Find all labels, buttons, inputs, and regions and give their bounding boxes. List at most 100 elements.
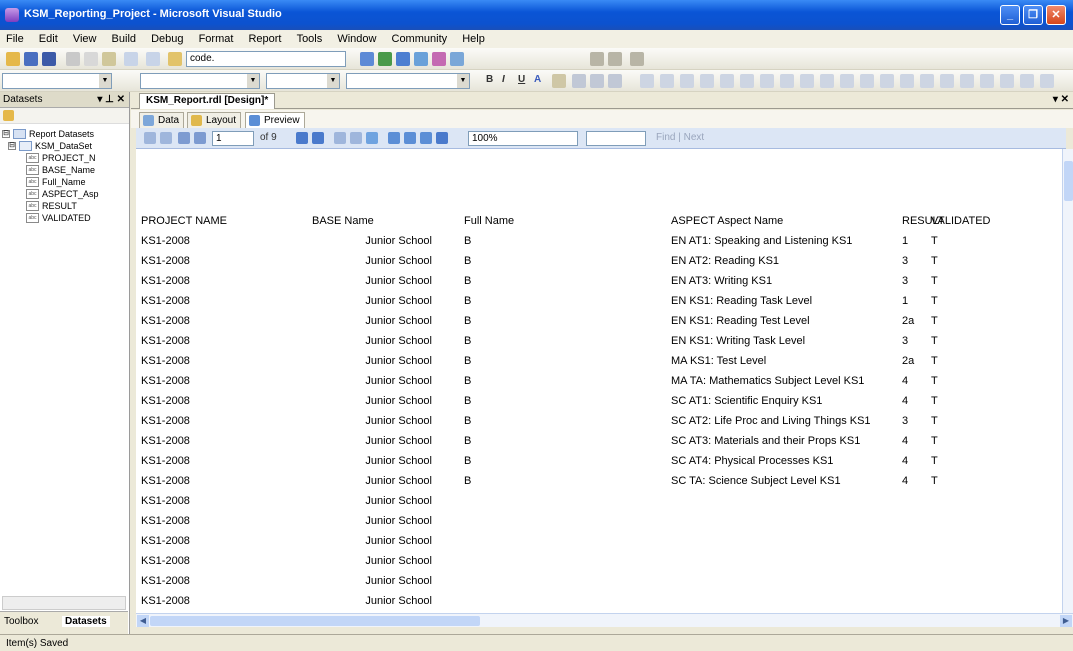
- layout-tool-15-icon[interactable]: [920, 74, 934, 88]
- document-map-icon[interactable]: [144, 132, 156, 144]
- maximize-button[interactable]: ❐: [1023, 5, 1043, 25]
- bold-button[interactable]: B: [486, 74, 493, 85]
- parameters-icon[interactable]: [160, 132, 172, 144]
- scroll-left-icon[interactable]: ◀: [137, 615, 149, 627]
- layout-tool-16-icon[interactable]: [940, 74, 954, 88]
- layout-tool-20-icon[interactable]: [1020, 74, 1034, 88]
- style-combo[interactable]: ▼: [2, 73, 112, 89]
- underline-button[interactable]: U: [518, 74, 525, 85]
- tree-field-project-name[interactable]: abc PROJECT_N: [0, 152, 128, 164]
- zoom-select[interactable]: 100%: [468, 131, 578, 146]
- tree-field-aspect[interactable]: abc ASPECT_Asp: [0, 188, 128, 200]
- format-icon[interactable]: [630, 52, 644, 66]
- layout-tool-1-icon[interactable]: [640, 74, 654, 88]
- menu-debug[interactable]: Debug: [145, 30, 189, 45]
- start-page-icon[interactable]: [432, 52, 446, 66]
- size-combo[interactable]: ▼: [266, 73, 340, 89]
- tree-field-full-name[interactable]: abc Full_Name: [0, 176, 128, 188]
- refresh-icon[interactable]: [366, 132, 378, 144]
- italic-button[interactable]: I: [502, 74, 505, 85]
- print-icon[interactable]: [388, 132, 400, 144]
- horizontal-scroll-thumb[interactable]: [150, 616, 480, 626]
- find-icon[interactable]: [168, 52, 182, 66]
- layout-tool-10-icon[interactable]: [820, 74, 834, 88]
- tab-layout[interactable]: Layout: [187, 112, 242, 128]
- first-page-icon[interactable]: [178, 132, 190, 144]
- layout-tool-8-icon[interactable]: [780, 74, 794, 88]
- tab-ksm-report-design[interactable]: KSM_Report.rdl [Design]*: [139, 93, 276, 109]
- find-input[interactable]: [586, 131, 646, 146]
- layout-tool-18-icon[interactable]: [980, 74, 994, 88]
- tree-node-report-datasets[interactable]: ⊟ Report Datasets: [0, 128, 128, 140]
- menu-community[interactable]: Community: [386, 30, 454, 45]
- last-page-icon[interactable]: [312, 132, 324, 144]
- layout-tool-3-icon[interactable]: [680, 74, 694, 88]
- export-icon[interactable]: [436, 132, 448, 144]
- layout-grid-icon[interactable]: [590, 52, 604, 66]
- menu-report[interactable]: Report: [242, 30, 287, 45]
- solution-explorer-icon[interactable]: [360, 52, 374, 66]
- next-page-icon[interactable]: [296, 132, 308, 144]
- print-layout-icon[interactable]: [404, 132, 416, 144]
- redo-icon[interactable]: [146, 52, 160, 66]
- layout-tool-11-icon[interactable]: [840, 74, 854, 88]
- layout-tool-7-icon[interactable]: [760, 74, 774, 88]
- new-project-icon[interactable]: [6, 52, 20, 66]
- layout-tool-21-icon[interactable]: [1040, 74, 1054, 88]
- layout-tool-13-icon[interactable]: [880, 74, 894, 88]
- stop-icon[interactable]: [350, 132, 362, 144]
- menu-window[interactable]: Window: [331, 30, 382, 45]
- save-icon[interactable]: [24, 52, 38, 66]
- save-all-icon[interactable]: [42, 52, 56, 66]
- copy-icon[interactable]: [84, 52, 98, 66]
- align-icon[interactable]: [608, 52, 622, 66]
- layout-tool-12-icon[interactable]: [860, 74, 874, 88]
- layout-tool-6-icon[interactable]: [740, 74, 754, 88]
- collapse-icon[interactable]: ⊟: [8, 142, 16, 150]
- font-color-button[interactable]: A: [534, 74, 541, 85]
- add-dataset-icon[interactable]: [3, 110, 14, 121]
- layout-tool-19-icon[interactable]: [1000, 74, 1014, 88]
- page-setup-icon[interactable]: [420, 132, 432, 144]
- align-left-icon[interactable]: [572, 74, 586, 88]
- layout-tool-17-icon[interactable]: [960, 74, 974, 88]
- font-combo[interactable]: ▼: [140, 73, 260, 89]
- report-vertical-scrollbar[interactable]: [1062, 149, 1073, 613]
- tab-datasets[interactable]: Datasets: [62, 616, 110, 627]
- tab-preview[interactable]: Preview: [245, 112, 305, 128]
- font-name-combo[interactable]: ▼: [346, 73, 470, 89]
- tree-node-ksm-dataset[interactable]: ⊟ KSM_DataSet: [0, 140, 128, 152]
- previous-page-icon[interactable]: [194, 132, 206, 144]
- properties-icon[interactable]: [378, 52, 392, 66]
- close-button[interactable]: ✕: [1046, 5, 1066, 25]
- vertical-scroll-thumb[interactable]: [1064, 161, 1073, 201]
- align-right-icon[interactable]: [608, 74, 622, 88]
- cut-icon[interactable]: [66, 52, 80, 66]
- menu-file[interactable]: File: [0, 30, 30, 45]
- tree-field-base-name[interactable]: abc BASE_Name: [0, 164, 128, 176]
- document-close-controls[interactable]: ▾ ✕: [1053, 94, 1069, 105]
- collapse-icon[interactable]: ⊟: [2, 130, 10, 138]
- menu-tools[interactable]: Tools: [291, 30, 329, 45]
- tree-field-validated[interactable]: abc VALIDATED: [0, 212, 128, 224]
- align-center-icon[interactable]: [590, 74, 604, 88]
- find-next-link[interactable]: Find | Next: [656, 132, 704, 143]
- layout-tool-5-icon[interactable]: [720, 74, 734, 88]
- menu-view[interactable]: View: [67, 30, 103, 45]
- tree-field-result[interactable]: abc RESULT: [0, 200, 128, 212]
- menu-edit[interactable]: Edit: [33, 30, 64, 45]
- object-browser-icon[interactable]: [396, 52, 410, 66]
- toolbox-icon[interactable]: [414, 52, 428, 66]
- minimize-button[interactable]: _: [1000, 5, 1020, 25]
- tab-toolbox[interactable]: Toolbox: [4, 616, 38, 627]
- layout-tool-14-icon[interactable]: [900, 74, 914, 88]
- layout-tool-9-icon[interactable]: [800, 74, 814, 88]
- panel-controls[interactable]: ▾ ⊥ ✕: [97, 94, 125, 105]
- page-number-input[interactable]: 1: [212, 131, 254, 146]
- undo-icon[interactable]: [124, 52, 138, 66]
- layout-tool-2-icon[interactable]: [660, 74, 674, 88]
- find-combo[interactable]: code.: [186, 51, 346, 67]
- highlight-icon[interactable]: [552, 74, 566, 88]
- back-icon[interactable]: [334, 132, 346, 144]
- menu-help[interactable]: Help: [456, 30, 491, 45]
